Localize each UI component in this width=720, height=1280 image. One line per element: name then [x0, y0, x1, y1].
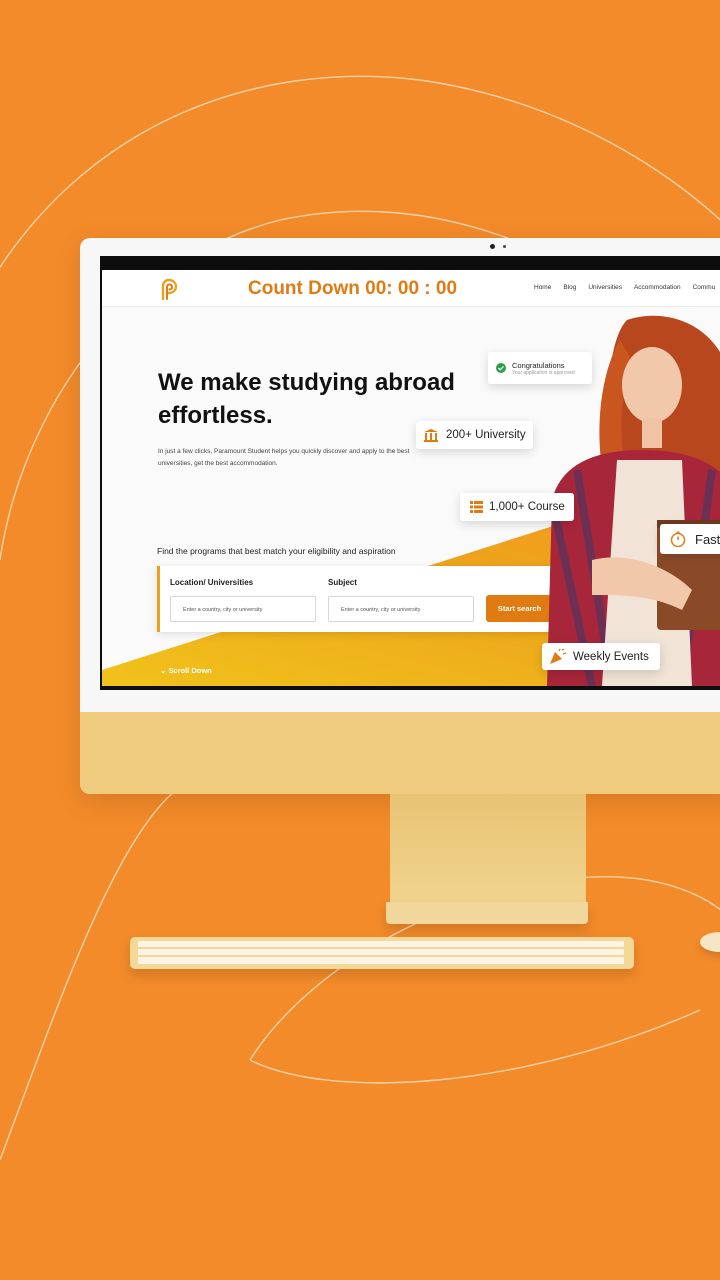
camera-icon [490, 244, 495, 249]
fast-label: Fast [695, 531, 720, 547]
chevron-down-icon: ⌄ [160, 666, 167, 675]
monitor-stand [390, 794, 586, 912]
university-icon [424, 428, 438, 442]
list-icon [470, 501, 483, 513]
search-card: Location/ Universities Enter a country, … [157, 566, 563, 632]
courses-label: 1,000+ Course [489, 501, 565, 513]
site-header: Count Down 00: 00 : 00 Home Blog Univers… [102, 270, 720, 307]
subject-input[interactable]: Enter a country, city or university [328, 596, 474, 622]
nav-universities[interactable]: Universities [588, 284, 622, 291]
nav-blog[interactable]: Blog [563, 284, 576, 291]
scroll-down-link[interactable]: ⌄ Scroll Down [160, 666, 212, 675]
universities-badge: 200+ University [416, 421, 533, 449]
website: Count Down 00: 00 : 00 Home Blog Univers… [102, 270, 720, 686]
monitor-stand-base [386, 902, 588, 924]
nav-home[interactable]: Home [534, 284, 551, 291]
location-label: Location/ Universities [170, 578, 254, 587]
location-input[interactable]: Enter a country, city or university [170, 596, 316, 622]
congrats-subtitle: Your application is approved [512, 369, 575, 376]
stopwatch-icon [670, 531, 686, 547]
scroll-down-label: Scroll Down [168, 666, 212, 675]
courses-badge: 1,000+ Course [460, 493, 574, 521]
nav-accommodation[interactable]: Accommodation [634, 284, 681, 291]
main-nav: Home Blog Universities Accommodation Com… [534, 284, 715, 291]
fast-badge: Fast [660, 524, 720, 554]
search-intro: Find the programs that best match your e… [157, 546, 396, 556]
imac-monitor: Count Down 00: 00 : 00 Home Blog Univers… [80, 238, 720, 794]
keyboard-keys [138, 941, 624, 964]
monitor-screen: Count Down 00: 00 : 00 Home Blog Univers… [100, 256, 720, 690]
congrats-title: Congratulations [512, 360, 565, 370]
subject-label: Subject [328, 578, 357, 587]
nav-community[interactable]: Commu [693, 284, 716, 291]
keyboard [130, 937, 634, 969]
universities-label: 200+ University [446, 429, 526, 441]
hero-subtitle: In just a few clicks, Paramount Student … [158, 448, 410, 467]
countdown-timer: Count Down 00: 00 : 00 [248, 278, 458, 299]
congratulations-badge: Congratulations Your application is appr… [488, 352, 592, 384]
weekly-events-badge: Weekly Events [542, 643, 660, 670]
logo-icon[interactable] [158, 278, 178, 300]
check-circle-icon [496, 363, 506, 373]
weekly-events-label: Weekly Events [573, 650, 649, 663]
party-popper-icon [550, 649, 566, 664]
sensor-dot [503, 245, 506, 248]
monitor-chin [80, 712, 720, 794]
